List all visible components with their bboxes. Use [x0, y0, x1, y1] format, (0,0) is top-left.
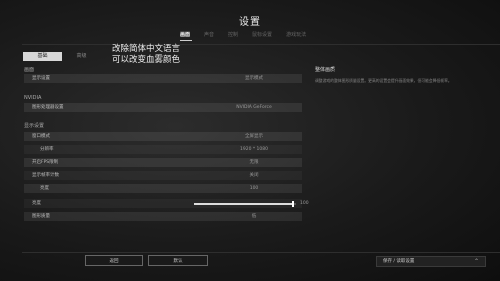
setting-label: 开启FPS限制	[32, 160, 59, 165]
setting-row-window-mode[interactable]: 窗口模式 全屏显示	[24, 132, 302, 141]
tab-mouse[interactable]: 鼠标设置	[252, 31, 272, 38]
setting-value[interactable]: 低	[224, 212, 284, 221]
setting-value[interactable]: 显示模式	[224, 74, 284, 83]
setting-value[interactable]: 无限	[224, 158, 284, 167]
tab-controls[interactable]: 控制	[228, 31, 238, 38]
setting-label: 图形质量	[32, 214, 50, 219]
section-header-display-settings: 显示设置	[24, 123, 45, 129]
brightness-slider[interactable]	[194, 200, 296, 207]
slider-fill	[194, 202, 293, 205]
active-tab-underline	[180, 40, 192, 41]
subtab-basic[interactable]: 基础	[23, 52, 62, 61]
setting-row-brightness-a[interactable]: 亮度 100	[24, 184, 302, 193]
subtab-advanced[interactable]: 高级	[62, 52, 101, 61]
slider-value: 100	[300, 201, 309, 206]
slider-handle[interactable]	[291, 200, 294, 207]
setting-label: 亮度	[32, 201, 41, 206]
info-panel-title: 整体画质	[315, 67, 336, 73]
subtab-bar: 基础 高级	[23, 52, 101, 61]
default-button[interactable]: 默认	[148, 255, 208, 266]
divider-bottom	[22, 252, 500, 253]
setting-row-gpu[interactable]: 图形处理器设置 NVIDIA GeForce	[24, 103, 302, 112]
setting-label: 显示帧率计数	[32, 173, 59, 178]
setting-label: 亮度	[40, 186, 49, 191]
annotation-line-2: 可以改变血雾颜色	[112, 55, 181, 65]
setting-row-display[interactable]: 显示设置 显示模式	[24, 74, 302, 83]
tab-bar: 画面 声音 控制 鼠标设置 游戏玩法	[180, 31, 320, 38]
info-panel-description: 调整游戏的整体图形质量设置。更高的设置会提升画面效果，但可能会降低帧率。	[315, 78, 452, 83]
section-header-display: 画面	[24, 67, 35, 73]
tab-sound[interactable]: 声音	[204, 31, 214, 38]
setting-value[interactable]: NVIDIA GeForce	[224, 103, 284, 112]
setting-value[interactable]: 100	[224, 184, 284, 193]
setting-label: 分辨率	[40, 147, 54, 152]
setting-label: 图形处理器设置	[32, 105, 64, 110]
setting-row-brightness-slider[interactable]: 亮度 100	[24, 199, 309, 208]
save-load-label: 保存 / 读取设置	[383, 259, 415, 264]
annotation-line-1: 改除简体中文语言	[112, 44, 181, 54]
setting-label: 窗口模式	[32, 134, 50, 139]
back-button[interactable]: 返回	[85, 255, 143, 266]
setting-label: 显示设置	[32, 76, 50, 81]
tab-graphics[interactable]: 画面	[180, 31, 190, 38]
setting-row-fps-counter[interactable]: 显示帧率计数 关闭	[24, 171, 302, 180]
save-load-settings-button[interactable]: 保存 / 读取设置 ⌃	[376, 256, 486, 267]
setting-value[interactable]: 全屏显示	[224, 132, 284, 141]
setting-value[interactable]: 关闭	[224, 171, 284, 180]
setting-value[interactable]: 1920 * 1080	[224, 145, 284, 154]
page-title: 设置	[239, 17, 261, 28]
chevron-up-icon: ⌃	[473, 258, 479, 265]
setting-row-graphics-quality[interactable]: 图形质量 低	[24, 212, 302, 221]
annotation-overlay: 改除简体中文语言 可以改变血雾颜色	[112, 44, 180, 66]
setting-row-fps-limit[interactable]: 开启FPS限制 无限	[24, 158, 302, 167]
tab-gameplay[interactable]: 游戏玩法	[286, 31, 306, 38]
setting-row-resolution[interactable]: 分辨率 1920 * 1080	[24, 145, 302, 154]
section-header-nvidia: NVIDIA	[24, 95, 42, 101]
divider-top	[22, 44, 500, 45]
